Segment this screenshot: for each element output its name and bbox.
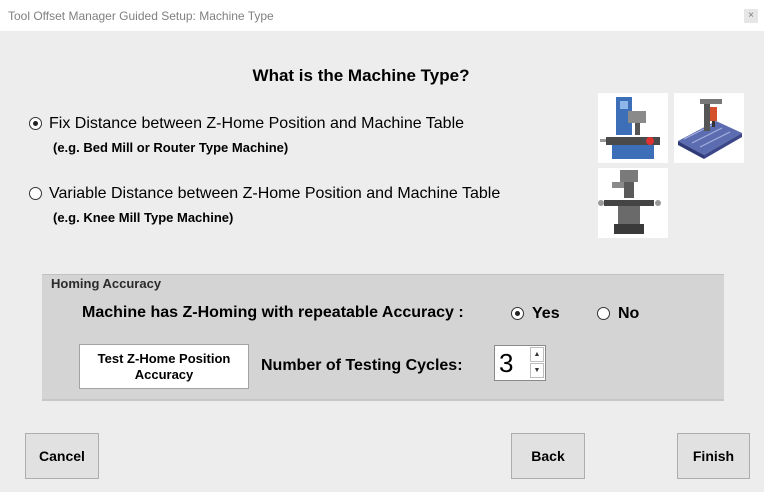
router-image xyxy=(674,93,744,163)
fixed-distance-label[interactable]: Fix Distance between Z-Home Position and… xyxy=(49,115,464,133)
title-bar: Tool Offset Manager Guided Setup: Machin… xyxy=(0,0,764,31)
variable-distance-example: (e.g. Knee Mill Type Machine) xyxy=(53,210,234,225)
test-z-home-button[interactable]: Test Z-Home Position Accuracy xyxy=(79,344,249,389)
variable-distance-label[interactable]: Variable Distance between Z-Home Positio… xyxy=(49,185,500,203)
testing-cycles-value[interactable]: 3 xyxy=(499,348,513,379)
homing-no-label[interactable]: No xyxy=(618,305,639,323)
window-title: Tool Offset Manager Guided Setup: Machin… xyxy=(8,9,274,23)
testing-cycles-spinner[interactable]: 3 ▲ ▼ xyxy=(494,345,546,381)
finish-button[interactable]: Finish xyxy=(677,433,750,479)
spinner-up-icon[interactable]: ▲ xyxy=(530,347,544,362)
close-icon[interactable]: × xyxy=(744,9,758,23)
fixed-distance-radio[interactable] xyxy=(29,117,42,130)
test-button-line1: Test Z-Home Position xyxy=(97,350,231,366)
back-button[interactable]: Back xyxy=(511,433,585,479)
homing-yes-label[interactable]: Yes xyxy=(532,305,560,323)
test-button-line2: Accuracy xyxy=(134,366,194,382)
homing-accuracy-group: Homing Accuracy Machine has Z-Homing wit… xyxy=(42,274,724,401)
spinner-down-icon[interactable]: ▼ xyxy=(530,363,544,378)
homing-no-radio[interactable] xyxy=(597,307,610,320)
cancel-button[interactable]: Cancel xyxy=(25,433,99,479)
page-heading: What is the Machine Type? xyxy=(252,66,470,85)
bed-mill-image xyxy=(598,93,668,163)
variable-distance-radio[interactable] xyxy=(29,187,42,200)
z-homing-question: Machine has Z-Homing with repeatable Acc… xyxy=(82,304,464,321)
testing-cycles-label: Number of Testing Cycles: xyxy=(261,357,463,374)
knee-mill-image xyxy=(598,168,668,238)
homing-accuracy-title: Homing Accuracy xyxy=(51,276,162,291)
fixed-distance-example: (e.g. Bed Mill or Router Type Machine) xyxy=(53,140,289,155)
homing-yes-radio[interactable] xyxy=(511,307,524,320)
